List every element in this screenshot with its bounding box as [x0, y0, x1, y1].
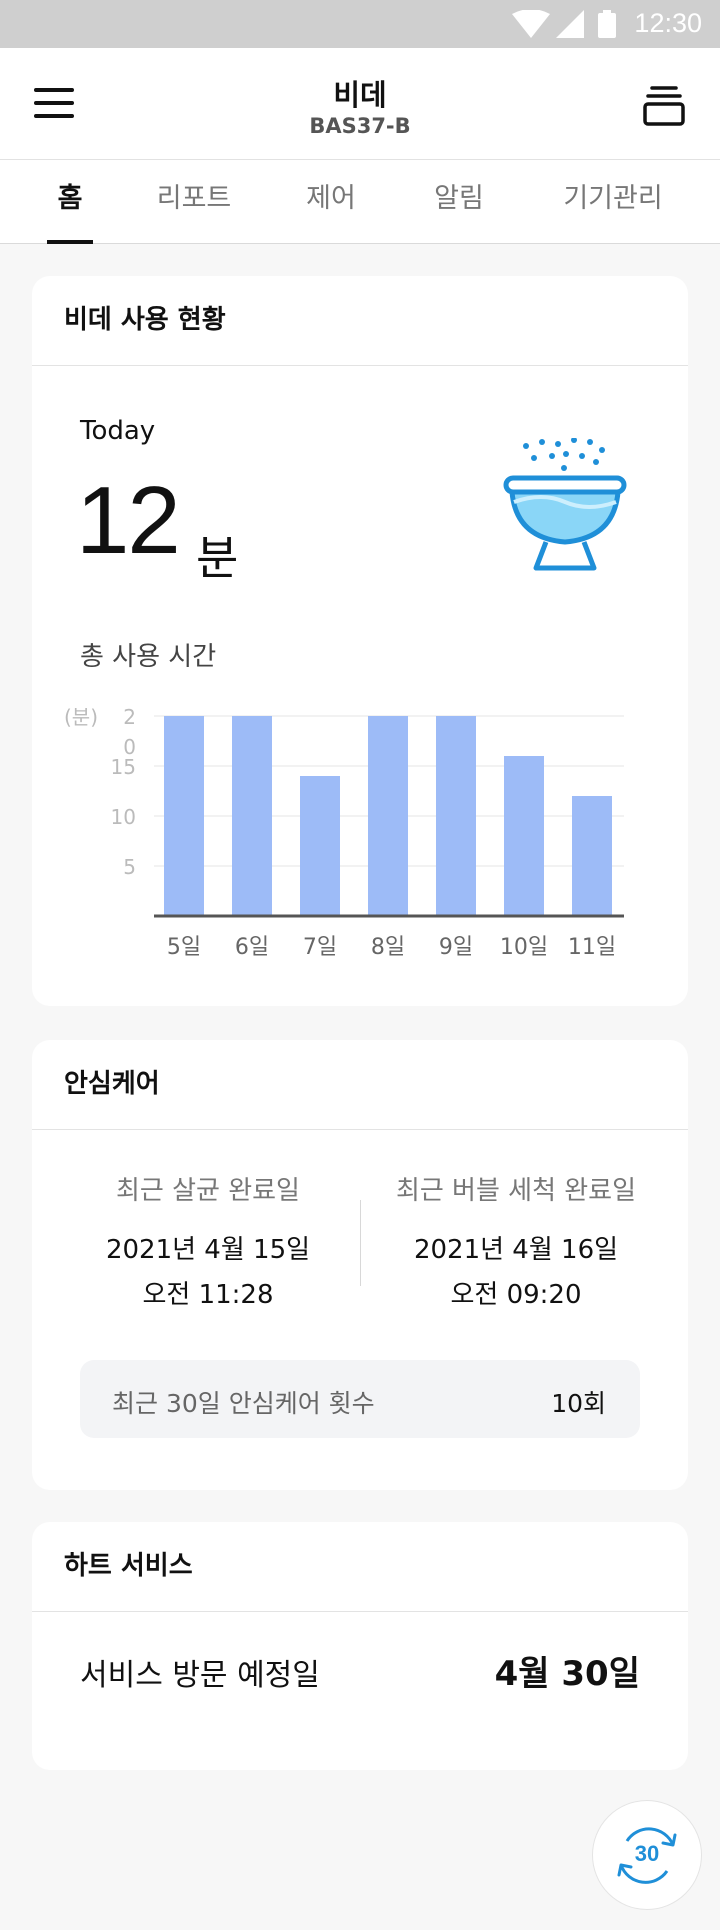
care-card-title: 안심케어 — [32, 1040, 688, 1130]
tab-home[interactable]: 홈 — [30, 160, 110, 244]
care-count-label: 최근 30일 안심케어 횟수 — [112, 1389, 375, 1418]
care-count-box: 최근 30일 안심케어 횟수 10회 — [80, 1360, 640, 1438]
tab-alerts[interactable]: 알림 — [404, 160, 514, 244]
chart-x-tick-label: 9일 — [439, 935, 473, 960]
bubble-info: 최근 버블 세척 완료일 2021년 4월 16일 오전 09:20 — [366, 1170, 666, 1311]
heart-service-card[interactable]: 하트 서비스 서비스 방문 예정일 4월 30일 — [32, 1522, 688, 1770]
chart-bar — [368, 716, 408, 916]
heart-card-title: 하트 서비스 — [32, 1522, 688, 1612]
battery-icon — [598, 10, 616, 38]
bubble-date: 2021년 4월 16일 — [413, 1235, 619, 1265]
tab-report[interactable]: 리포트 — [134, 160, 254, 244]
chart-x-tick-label: 10일 — [500, 935, 548, 960]
app-bar: 비데 BAS37-B — [0, 48, 720, 160]
chart-y-top-label: 0 — [123, 735, 136, 759]
device-list-icon[interactable] — [642, 84, 686, 128]
care-card: 안심케어 최근 살균 완료일 2021년 4월 15일 오전 11:28 최근 … — [32, 1040, 688, 1490]
bubble-label: 최근 버블 세척 완료일 — [395, 1176, 637, 1206]
chart-bar — [164, 716, 204, 916]
bubble-time: 오전 09:20 — [450, 1280, 582, 1310]
chart-bar — [572, 796, 612, 916]
sterilize-info: 최근 살균 완료일 2021년 4월 15일 오전 11:28 — [58, 1170, 358, 1311]
status-time: 12:30 — [634, 8, 702, 38]
care-count-value: 10회 — [551, 1389, 606, 1418]
chart-bar — [436, 716, 476, 916]
sterilize-label: 최근 살균 완료일 — [116, 1176, 300, 1206]
chart-x-tick-label: 11일 — [568, 935, 616, 960]
wifi-icon — [512, 10, 550, 38]
tab-bar: 홈 리포트 제어 알림 기기관리 — [0, 160, 720, 244]
chart-bar — [232, 716, 272, 916]
chart-y-unit: (분) — [64, 705, 98, 729]
tab-control[interactable]: 제어 — [276, 160, 386, 244]
chart-x-tick-label: 5일 — [167, 935, 201, 960]
care-divider — [360, 1200, 361, 1286]
visit-label: 서비스 방문 예정일 — [80, 1658, 320, 1693]
sterilize-time: 오전 11:28 — [142, 1280, 274, 1310]
chart-y-tick-label: 10 — [111, 805, 136, 829]
chart-x-tick-label: 7일 — [303, 935, 337, 960]
chart-x-tick-label: 6일 — [235, 935, 269, 960]
chart-bar — [300, 776, 340, 916]
visit-date: 4월 30일 — [494, 1654, 640, 1694]
sterilize-date: 2021년 4월 15일 — [105, 1235, 311, 1265]
signal-icon — [556, 10, 584, 38]
status-bar: 12:30 — [0, 0, 720, 48]
chart-y-tick-label: 5 — [123, 855, 136, 879]
tab-device-management[interactable]: 기기관리 — [548, 160, 678, 244]
usage-bar-chart: 5101520(분)5일 6일 7일 8일 9일 10일 11일 — [64, 705, 624, 960]
chart-bar — [504, 756, 544, 916]
refresh-label: 30 — [634, 1841, 660, 1866]
usage-card: 비데 사용 현황 Today 12 분 총 사용 시간 5 10 15 2 0 (분) 5일… — [32, 276, 688, 1006]
device-model: BAS37-B — [309, 114, 411, 138]
chart-y-top-label: 2 — [123, 705, 136, 729]
page-title: 비데 — [333, 78, 387, 112]
chart-x-tick-label: 8일 — [371, 935, 405, 960]
refresh-30-button[interactable]: 30 — [592, 1800, 702, 1910]
